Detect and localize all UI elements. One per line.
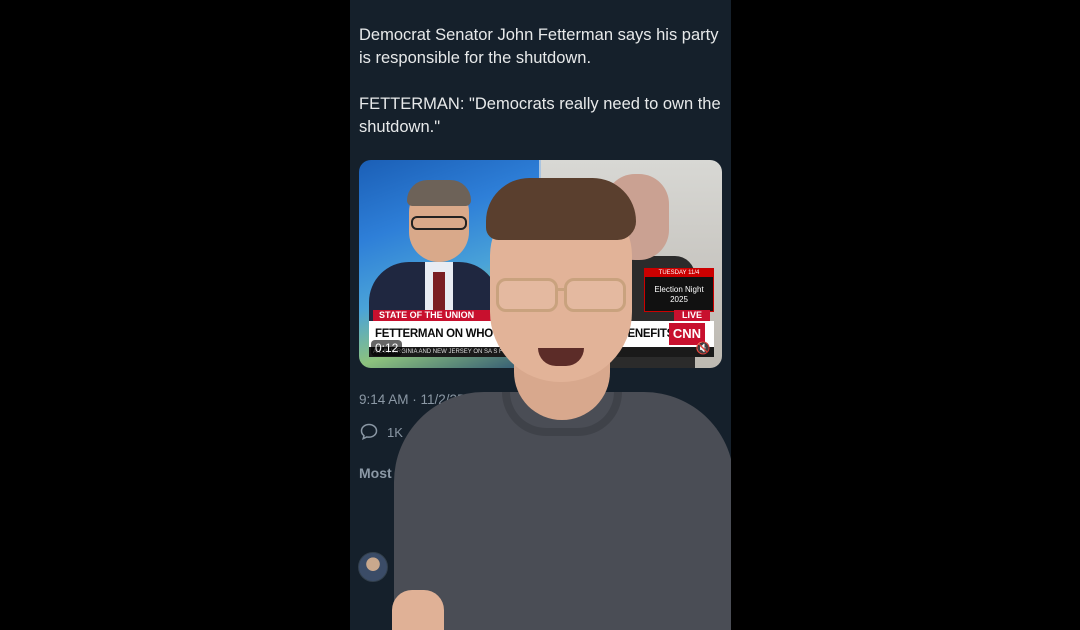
chyron-right-text: BENEFITS bbox=[619, 328, 675, 340]
replies-sort-label[interactable]: Most re bbox=[359, 465, 409, 481]
view-count: 647K bbox=[476, 392, 509, 407]
live-badge: LIVE bbox=[674, 310, 710, 321]
news-ticker: AIL IN VIRGINIA AND NEW JERSEY ON SA S F… bbox=[369, 347, 714, 357]
embedded-video[interactable]: TUESDAY 11/4 Election Night 2025 STATE O… bbox=[359, 160, 722, 368]
share-icon[interactable]: ⇧ bbox=[706, 422, 724, 442]
show-banner: STATE OF THE UNION bbox=[373, 310, 493, 321]
tweet-screen: Democrat Senator John Fetterman says his… bbox=[350, 0, 731, 630]
tweet-line-1: Democrat Senator John Fetterman says his… bbox=[359, 26, 719, 67]
speaker-mute-icon[interactable]: 🔇 bbox=[694, 340, 712, 356]
comment-icon[interactable] bbox=[359, 422, 379, 442]
video-timecode: 0:12 bbox=[371, 340, 403, 356]
tweet-line-2: FETTERMAN: "Democrats really need to own… bbox=[359, 95, 721, 136]
reply-count: 1K bbox=[387, 425, 403, 440]
tweet-body: Democrat Senator John Fetterman says his… bbox=[359, 24, 724, 162]
election-night-label: Election Night 2025 bbox=[654, 285, 704, 304]
presenter-hand bbox=[392, 590, 444, 630]
election-night-bug: TUESDAY 11/4 Election Night 2025 bbox=[644, 268, 714, 312]
chyron: FETTERMAN ON WHO'S TO BLA BENEFITS bbox=[369, 321, 714, 347]
tweet-meta: 9:14 AM · 11/2/25 · 647K bbox=[359, 392, 509, 407]
election-day-label: TUESDAY 11/4 bbox=[645, 269, 713, 277]
avatar[interactable] bbox=[358, 552, 388, 582]
guest-head bbox=[605, 174, 669, 260]
tweet-timestamp: 9:14 AM · 11/2/25 · bbox=[359, 392, 477, 407]
tweet-actions: 1K ⇧ bbox=[359, 422, 724, 444]
chyron-left-text: FETTERMAN ON WHO'S TO BLA bbox=[375, 328, 547, 340]
